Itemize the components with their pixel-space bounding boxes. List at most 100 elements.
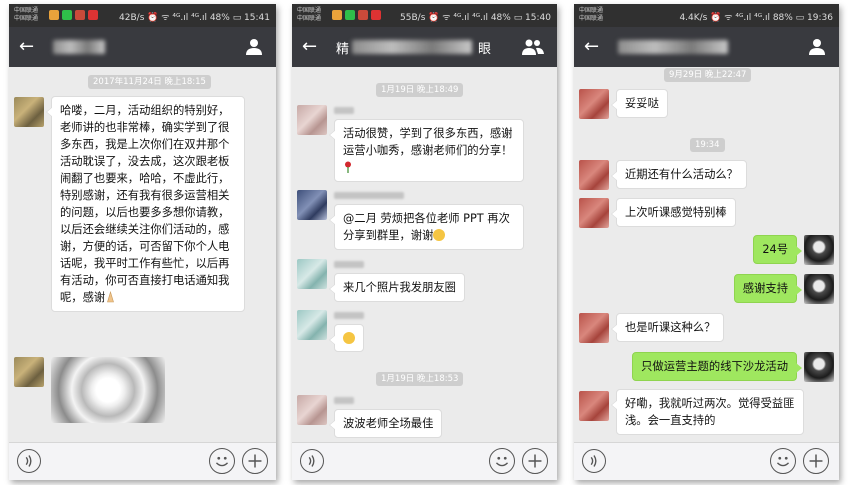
carrier-2: 中国联通 xyxy=(14,15,39,22)
timestamp: 2017年11月24日 晚上18:15 xyxy=(88,75,211,89)
plus-icon[interactable] xyxy=(803,448,829,474)
message-bubble-self[interactable]: 24号 xyxy=(753,235,802,264)
app-notification-icon xyxy=(49,10,59,20)
plus-icon[interactable] xyxy=(522,448,548,474)
message-text: 只做运营主题的线下沙龙活动 xyxy=(641,360,788,373)
chat-screen-3: 中国联通 中国联通 4.4K/s ⏰ ᯤ ⁴ᴳ.ıl ⁴ᴳ.ıl 88% ▭ 1… xyxy=(574,4,839,480)
input-bar xyxy=(292,442,557,480)
timestamp: 9月29日 晚上22:47 xyxy=(664,68,752,82)
message-bubble[interactable]: 好嘞，我就听过两次。觉得受益匪浅。会一直支持的 xyxy=(611,389,804,435)
avatar[interactable] xyxy=(297,105,327,135)
group-title-end: 眼 xyxy=(478,42,492,57)
avatar[interactable] xyxy=(579,313,609,343)
message-bubble[interactable]: 妥妥哒 xyxy=(611,89,668,118)
message-bubble[interactable]: 近期还有什么活动么？ xyxy=(611,160,747,189)
timestamp: 1月19日 晚上18:53 xyxy=(376,372,464,386)
back-arrow-icon[interactable]: ← xyxy=(584,36,599,57)
chat-screen-1: 中国联通 中国联通 42B/s ⏰ ᯤ ⁴ᴳ.ıl ⁴ᴳ.ıl 48% ▭ 15… xyxy=(9,4,276,480)
message-bubble[interactable]: 来几个照片我发朋友圈 xyxy=(329,273,465,302)
chat-navbar: ← xyxy=(574,27,839,67)
avatar[interactable] xyxy=(297,310,327,340)
message-bubble-self[interactable]: 只做运营主题的线下沙龙活动 xyxy=(632,352,802,381)
avatar-self[interactable] xyxy=(804,274,834,304)
message-bubble[interactable]: 上次听课感觉特别棒 xyxy=(611,198,736,227)
contact-name-redacted xyxy=(53,40,105,54)
emoji-icon[interactable] xyxy=(770,448,796,474)
sender-name-redacted xyxy=(334,312,364,319)
back-arrow-icon[interactable]: ← xyxy=(19,36,34,57)
back-arrow-icon[interactable]: ← xyxy=(302,36,317,57)
emoji-icon[interactable] xyxy=(209,448,235,474)
sender-name-redacted xyxy=(334,107,354,114)
app-notification-icon xyxy=(88,10,98,20)
avatar[interactable] xyxy=(297,259,327,289)
app-notification-icon xyxy=(358,10,368,20)
app-notification-icon xyxy=(371,10,381,20)
avatar[interactable] xyxy=(297,395,327,425)
message-list[interactable]: 2017年11月24日 晚上18:15 哈喽，二月，活动组织的特别好，老师讲的也… xyxy=(9,67,276,442)
message-bubble[interactable]: 波波老师全场最佳 xyxy=(328,409,443,438)
message-text: 哈喽，二月，活动组织的特别好，老师讲的也非常棒，确实学到了很多东西，我是上次你们… xyxy=(60,104,230,304)
app-notification-icon xyxy=(62,10,72,20)
app-notification-icon xyxy=(345,10,355,20)
contact-name-redacted xyxy=(618,40,728,54)
message-bubble[interactable]: 哈喽，二月，活动组织的特别好，老师讲的也非常棒，确实学到了很多东西，我是上次你们… xyxy=(46,96,245,312)
message-text: 波波老师全场最佳 xyxy=(343,417,434,430)
avatar[interactable] xyxy=(14,97,44,127)
group-icon[interactable] xyxy=(521,37,545,57)
voice-input-icon[interactable] xyxy=(582,449,606,473)
sun-emoji-icon xyxy=(433,229,446,241)
status-bar: 中国联通 中国联通 4.4K/s ⏰ ᯤ ⁴ᴳ.ıl ⁴ᴳ.ıl 88% ▭ 1… xyxy=(574,4,839,27)
input-bar xyxy=(9,442,276,480)
sender-name-redacted xyxy=(334,192,404,199)
message-text: 感谢支持 xyxy=(742,282,788,295)
carrier-1: 中国联通 xyxy=(297,7,322,14)
avatar[interactable] xyxy=(14,357,44,387)
status-right: 42B/s ⏰ ᯤ ⁴ᴳ.ıl ⁴ᴳ.ıl 48% ▭ 15:41 xyxy=(119,13,270,23)
message-bubble[interactable]: 活动很赞，学到了很多东西，感谢运营小咖秀，感谢老师们的分享！ xyxy=(329,119,524,182)
plus-icon[interactable] xyxy=(242,448,268,474)
status-right: 4.4K/s ⏰ ᯤ ⁴ᴳ.ıl ⁴ᴳ.ıl 88% ▭ 19:36 xyxy=(679,13,833,23)
message-bubble-self[interactable]: 感谢支持 xyxy=(733,274,803,303)
message-list[interactable]: 1月19日 晚上18:49 活动很赞，学到了很多东西，感谢运营小咖秀，感谢老师们… xyxy=(292,67,557,442)
carrier-1: 中国联通 xyxy=(579,7,604,14)
grin-emoji-icon xyxy=(343,332,355,344)
person-icon[interactable] xyxy=(244,37,264,57)
message-list[interactable]: 9月29日 晚上22:47 妥妥哒 19:34 近期还有什么活动么？ 上次听课感… xyxy=(574,67,839,442)
message-text: 上次听课感觉特别棒 xyxy=(625,206,727,219)
voice-input-icon[interactable] xyxy=(300,449,324,473)
sender-name-redacted xyxy=(334,397,354,404)
avatar[interactable] xyxy=(297,190,327,220)
avatar[interactable] xyxy=(579,160,609,190)
message-bubble[interactable]: 也是听课这种么？ xyxy=(610,313,725,342)
message-bubble[interactable] xyxy=(329,324,364,352)
avatar-self[interactable] xyxy=(804,352,834,382)
message-bubble[interactable]: @二月 劳烦把各位老师 PPT 再次分享到群里，谢谢 xyxy=(329,204,524,250)
person-icon[interactable] xyxy=(807,37,827,57)
message-text: @二月 劳烦把各位老师 PPT 再次分享到群里，谢谢 xyxy=(343,212,510,242)
message-text: 来几个照片我发朋友圈 xyxy=(343,281,456,294)
carrier-label: 中国联通 中国联通 xyxy=(14,7,38,23)
avatar[interactable] xyxy=(579,198,609,228)
avatar[interactable] xyxy=(579,391,609,421)
status-bar: 中国联通 中国联通 42B/s ⏰ ᯤ ⁴ᴳ.ıl ⁴ᴳ.ıl 48% ▭ 15… xyxy=(9,4,276,27)
input-bar xyxy=(574,442,839,480)
status-right: 55B/s ⏰ ᯤ ⁴ᴳ.ıl ⁴ᴳ.ıl 48% ▭ 15:40 xyxy=(400,13,551,23)
carrier-2: 中国联通 xyxy=(297,15,322,22)
status-bar: 中国联通 中国联通 55B/s ⏰ ᯤ ⁴ᴳ.ıl ⁴ᴳ.ıl 48% ▭ 15… xyxy=(292,4,557,27)
emoji-icon[interactable] xyxy=(489,448,515,474)
group-title-start: 精 xyxy=(336,42,350,57)
app-notification-icon xyxy=(332,10,342,20)
image-message-redacted[interactable] xyxy=(51,357,165,423)
avatar-self[interactable] xyxy=(804,235,834,265)
message-text: 好嘞，我就听过两次。觉得受益匪浅。会一直支持的 xyxy=(625,397,795,427)
timestamp: 1月19日 晚上18:49 xyxy=(376,83,464,97)
voice-input-icon[interactable] xyxy=(17,449,41,473)
chat-navbar: ← xyxy=(9,27,276,67)
group-title-redacted xyxy=(352,40,472,54)
carrier-2: 中国联通 xyxy=(579,15,604,22)
carrier-label: 中国联通 中国联通 xyxy=(297,7,321,23)
message-text: 近期还有什么活动么？ xyxy=(625,168,738,181)
avatar[interactable] xyxy=(579,89,609,119)
rose-emoji-icon xyxy=(345,161,351,173)
